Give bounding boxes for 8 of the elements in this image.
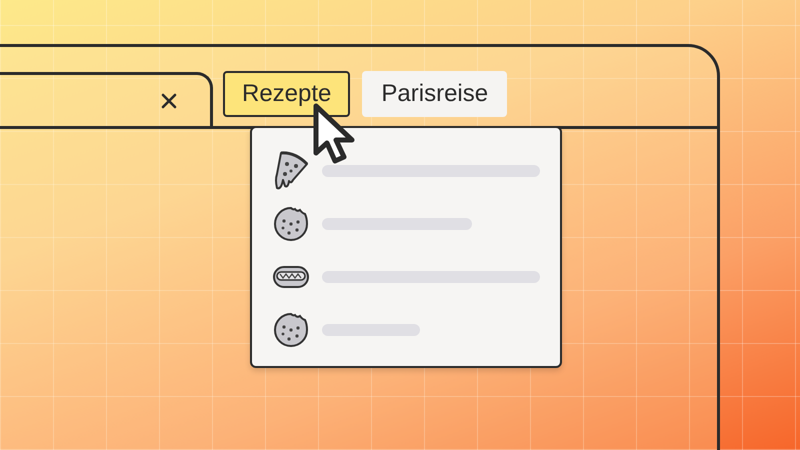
close-icon[interactable] [161,92,177,108]
cookie-icon [272,312,310,348]
pizza-slice-icon [272,150,310,192]
hot-dog-icon [272,264,310,290]
tab-group-button[interactable]: Parisreise [362,71,508,117]
browser-tab[interactable] [0,72,213,126]
tab-group-button[interactable]: Rezepte [223,71,350,117]
cookie-icon [272,206,310,242]
